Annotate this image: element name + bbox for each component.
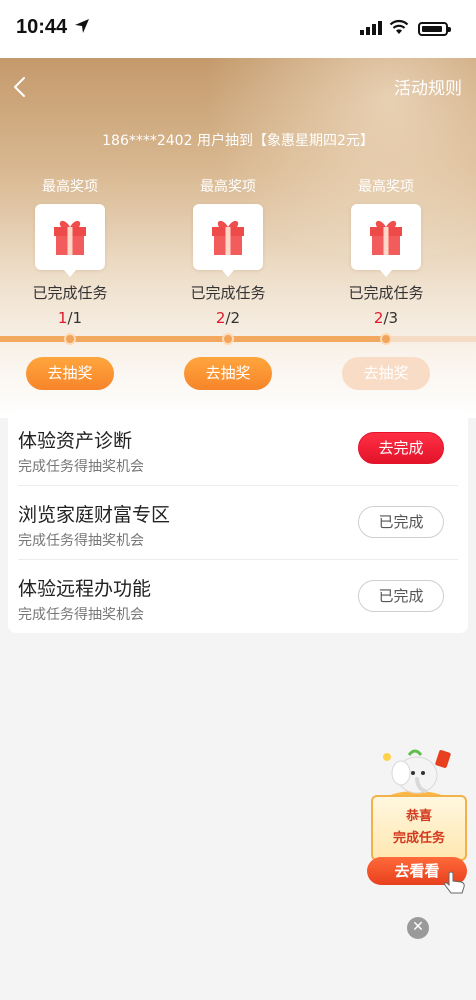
progress-node — [222, 333, 234, 345]
gift-card — [351, 204, 421, 277]
prize-head: 最高奖项 — [358, 179, 414, 195]
prize-progress: 2/2 — [215, 309, 241, 327]
draw-button[interactable]: 去抽奖 — [184, 357, 272, 390]
winner-notice: 186****2402 用户抽到【象惠星期四2元】 — [102, 133, 374, 149]
back-chevron-icon[interactable] — [6, 72, 36, 102]
prize-progress: 2/3 — [373, 309, 399, 327]
reward-line-1: 恭喜 — [405, 809, 432, 824]
draw-button-disabled[interactable]: 去抽奖 — [342, 357, 430, 390]
signal-icon — [360, 21, 382, 35]
draw-button[interactable]: 去抽奖 — [26, 357, 114, 390]
task-completed-button[interactable]: 已完成 — [358, 506, 444, 538]
prize-card: 最高奖项 已完成任务 2/3 — [326, 176, 446, 327]
hand-pointer-icon — [444, 871, 465, 894]
task-subtitle: 完成任务得抽奖机会 — [18, 607, 144, 623]
task-item: 体验远程办功能 完成任务得抽奖机会 已完成 — [18, 560, 458, 634]
progress-track-filled — [0, 336, 386, 342]
gift-card — [35, 204, 105, 277]
task-item: 体验资产诊断 完成任务得抽奖机会 去完成 — [18, 412, 458, 486]
task-title: 体验资产诊断 — [18, 430, 133, 452]
progress-track-remaining — [386, 336, 476, 342]
gift-icon — [54, 220, 86, 255]
task-subtitle: 完成任务得抽奖机会 — [18, 459, 144, 475]
floating-reward-ad[interactable]: 恭喜 完成任务 去看看 — [361, 745, 473, 895]
status-bar: 10:44 — [0, 0, 476, 58]
reward-line-2: 完成任务 — [392, 831, 445, 846]
prize-card: 最高奖项 已完成任务 1/1 — [10, 176, 130, 327]
rules-link[interactable]: 活动规则 — [394, 74, 462, 99]
task-completed-button[interactable]: 已完成 — [358, 580, 444, 612]
task-title: 浏览家庭财富专区 — [18, 504, 171, 526]
close-icon[interactable]: ✕ — [407, 917, 429, 939]
gift-icon — [212, 220, 244, 255]
gift-card — [193, 204, 263, 277]
task-item: 浏览家庭财富专区 完成任务得抽奖机会 已完成 — [18, 486, 458, 560]
gift-icon — [370, 220, 402, 255]
prize-status: 已完成任务 — [32, 284, 108, 302]
prize-progress: 1/1 — [57, 309, 83, 327]
progress-node — [64, 333, 76, 345]
task-title: 体验远程办功能 — [18, 578, 152, 600]
wifi-icon — [389, 19, 409, 34]
status-time: 10:44 — [16, 16, 68, 38]
task-go-button[interactable]: 去完成 — [358, 432, 444, 464]
prize-status: 已完成任务 — [348, 284, 424, 302]
prize-card: 最高奖项 已完成任务 2/2 — [168, 176, 288, 327]
task-subtitle: 完成任务得抽奖机会 — [18, 533, 144, 549]
progress-node — [380, 333, 392, 345]
prize-status: 已完成任务 — [190, 284, 266, 302]
location-arrow-icon — [75, 19, 89, 33]
battery-icon — [418, 22, 451, 36]
prize-head: 最高奖项 — [200, 179, 256, 195]
task-list: 体验资产诊断 完成任务得抽奖机会 去完成 浏览家庭财富专区 完成任务得抽奖机会 … — [8, 410, 468, 633]
reward-banner: 恭喜 完成任务 — [371, 795, 467, 861]
prize-head: 最高奖项 — [42, 179, 98, 195]
